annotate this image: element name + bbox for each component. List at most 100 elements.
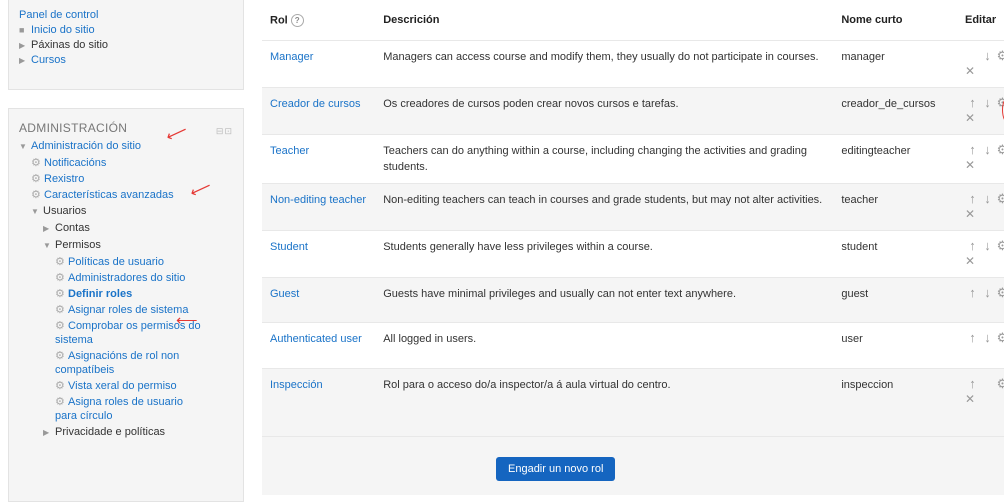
admin-tree-item-label: Definir roles [68, 288, 133, 300]
description-cell: Rol para o acceso do/a inspector/a á aul… [375, 368, 834, 437]
move-down-icon[interactable]: ↓ [980, 286, 995, 300]
administration-header: ADMINISTRACIÓN ⊟⊡ [19, 119, 233, 137]
nav-item[interactable]: ▶ Páxinas do sitio [19, 38, 233, 53]
settings-icon[interactable]: ⚙ [995, 192, 1004, 206]
delete-icon[interactable]: ✕ [965, 110, 1004, 126]
edit-actions: ↑ ↓ ⚙ [965, 96, 1004, 124]
description-cell: Os creadores de cursos poden crear novos… [375, 87, 834, 135]
role-link[interactable]: Manager [270, 51, 313, 63]
move-up-icon[interactable]: ↑ [965, 239, 980, 253]
nav-item-label: Cursos [31, 54, 66, 66]
nav-item-label: Inicio do sitio [31, 24, 95, 36]
admin-tree-item[interactable]: ⚙ Asignar roles de sistema [19, 303, 233, 317]
move-up-icon[interactable]: ↑ [965, 96, 980, 110]
edit-cell: ↑ ↓ ⚙ [957, 322, 1004, 369]
admin-tree-item-label: Asigna roles de usuario para círculo [55, 396, 183, 422]
nav-item[interactable]: ■ Inicio do sitio [19, 23, 233, 38]
block-collapse-icon[interactable]: ⊟⊡ [216, 122, 233, 140]
chevron-down-icon: ▼ [43, 241, 51, 250]
chevron-right-icon: ▶ [43, 224, 50, 233]
delete-icon[interactable]: ✕ [965, 253, 1004, 269]
header-short-name: Nome curto [833, 0, 957, 41]
add-new-role-button[interactable]: Engadir un novo rol [496, 457, 616, 481]
settings-icon[interactable]: ⚙ [995, 377, 1004, 391]
edit-cell: ↑ ↓ ⚙ ✕ [957, 230, 1004, 278]
role-link[interactable]: Student [270, 241, 308, 253]
admin-tree-item-label: Asignacións de rol non compatíbeis [55, 350, 180, 376]
delete-icon[interactable]: ✕ [965, 63, 1004, 79]
description-cell: Non-editing teachers can teach in course… [375, 183, 834, 231]
admin-tree-item[interactable]: ▶ Contas [19, 221, 233, 236]
admin-tree-item-label: Administradores do sitio [68, 272, 186, 284]
dashboard-link[interactable]: Panel de control [19, 8, 233, 23]
administration-block: ADMINISTRACIÓN ⊟⊡ ▼ Administración do sit… [8, 108, 244, 502]
move-up-icon[interactable]: ↑ [965, 286, 980, 300]
table-row: Guest Guests have minimal privileges and … [262, 277, 1004, 323]
role-link[interactable]: Teacher [270, 145, 309, 157]
move-up-icon[interactable]: ↑ [965, 143, 980, 157]
admin-tree-item[interactable]: ⚙ Notificacións [19, 156, 233, 170]
admin-tree-item[interactable]: ⚙ Definir roles [19, 287, 233, 301]
description-cell: All logged in users. [375, 322, 834, 369]
admin-tree-item-label: Rexistro [44, 173, 85, 185]
move-down-icon[interactable]: ↓ [980, 96, 995, 110]
nav-item[interactable]: ▶ Cursos [19, 53, 233, 68]
admin-tree-item[interactable]: ▼ Usuarios [19, 204, 233, 219]
edit-actions: ↑ ↓ ⚙ [965, 192, 1004, 206]
header-role: Rol? [262, 0, 376, 41]
delete-icon[interactable]: ✕ [965, 391, 1004, 407]
description-cell: Teachers can do anything within a course… [375, 134, 834, 184]
admin-tree-item[interactable]: ⚙ Asignacións de rol non compatíbeis [55, 349, 205, 377]
edit-cell: ↑ ↓ ⚙ ✕ [957, 134, 1004, 184]
short-name-cell: user [833, 322, 957, 369]
role-cell: Non-editing teacher [262, 183, 376, 231]
header-description: Descrición [375, 0, 834, 41]
move-down-icon[interactable]: ↓ [980, 143, 995, 157]
admin-tree-item-label: Características avanzadas [44, 189, 174, 201]
settings-icon[interactable]: ⚙ [995, 286, 1004, 300]
description-cell: Managers can access course and modify th… [375, 40, 834, 88]
delete-icon[interactable]: ✕ [965, 206, 1004, 222]
administration-title: ADMINISTRACIÓN [19, 121, 128, 135]
short-name-cell: editingteacher [833, 134, 957, 184]
admin-tree-item[interactable]: ⚙ Políticas de usuario [19, 255, 233, 269]
table-row: Student Students generally have less priv… [262, 230, 1004, 278]
role-link[interactable]: Guest [270, 288, 299, 300]
admin-tree-item[interactable]: ⚙ Administradores do sitio [19, 271, 233, 285]
role-link[interactable]: Authenticated user [270, 333, 362, 345]
admin-tree-item-label: Notificacións [44, 157, 107, 169]
settings-icon[interactable]: ⚙ [995, 331, 1004, 345]
roles-table: Rol? Descrición Nome curto Editar Manage… [262, 0, 1004, 437]
delete-icon[interactable]: ✕ [965, 157, 1004, 173]
admin-tree-item[interactable]: ⚙ Asigna roles de usuario para círculo [55, 395, 205, 423]
settings-icon[interactable]: ⚙ [995, 143, 1004, 157]
move-down-icon[interactable]: ↓ [980, 239, 995, 253]
admin-tree-item[interactable]: ⚙ Vista xeral do permiso [19, 379, 233, 393]
admin-tree-item[interactable]: ▶ Privacidade e políticas [19, 425, 233, 440]
move-down-icon[interactable]: ↓ [980, 49, 995, 63]
admin-tree-item[interactable]: ▼ Permisos [19, 238, 233, 253]
gear-icon: ⚙ [55, 320, 65, 332]
chevron-right-icon: ▶ [43, 428, 50, 437]
move-down-icon[interactable]: ↓ [980, 192, 995, 206]
role-cell: Student [262, 230, 376, 278]
role-link[interactable]: Inspección [270, 379, 323, 391]
help-icon[interactable]: ? [290, 13, 304, 27]
role-link[interactable]: Creador de cursos [270, 98, 361, 110]
move-up-icon[interactable]: ↑ [965, 192, 980, 206]
move-up-icon[interactable]: ↑ [965, 331, 980, 345]
edit-cell: ↑ ↓ ⚙ [957, 277, 1004, 323]
admin-tree-item[interactable]: ▼ Administración do sitio [19, 139, 233, 154]
roles-table-body: Manager Managers can access course and mo… [262, 40, 1004, 437]
role-link[interactable]: Non-editing teacher [270, 194, 366, 206]
move-down-icon[interactable]: ↓ [980, 331, 995, 345]
nav-item-label: Páxinas do sitio [31, 39, 109, 51]
gear-icon: ⚙ [55, 272, 65, 284]
settings-icon[interactable]: ⚙ [995, 239, 1004, 253]
gear-icon: ⚙ [55, 350, 65, 362]
table-row: Manager Managers can access course and mo… [262, 40, 1004, 88]
gear-icon: ⚙ [55, 256, 65, 268]
settings-icon[interactable]: ⚙ [995, 49, 1004, 63]
move-up-icon[interactable]: ↑ [965, 377, 980, 391]
short-name-cell: guest [833, 277, 957, 323]
